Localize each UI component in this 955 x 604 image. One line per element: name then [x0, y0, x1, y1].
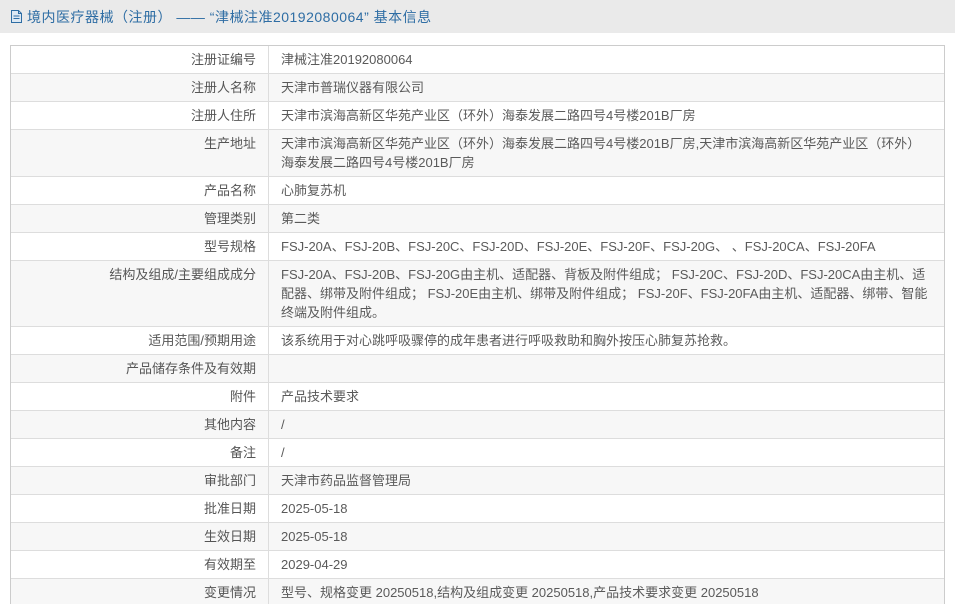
row-label: 适用范围/预期用途 — [11, 327, 269, 354]
row-label: 型号规格 — [11, 233, 269, 260]
table-row-registrant-address: 注册人住所 天津市滨海高新区华苑产业区（环外）海泰发展二路四号4号楼201B厂房 — [11, 102, 944, 130]
table-row-attachments: 附件 产品技术要求 — [11, 383, 944, 411]
table-row-registrant-name: 注册人名称 天津市普瑞仪器有限公司 — [11, 74, 944, 102]
row-value: 产品技术要求 — [281, 389, 360, 404]
registration-info-table: 注册证编号 津械注准20192080064 注册人名称 天津市普瑞仪器有限公司 … — [10, 45, 945, 604]
table-row-approval-department: 审批部门 天津市药品监督管理局 — [11, 467, 944, 495]
row-label: 结构及组成/主要组成成分 — [11, 261, 269, 326]
row-label: 备注 — [11, 439, 269, 466]
page-header: 境内医疗器械（注册） —— “津械注准20192080064” 基本信息 — [0, 0, 955, 33]
row-value: 天津市滨海高新区华苑产业区（环外）海泰发展二路四号4号楼201B厂房,天津市滨海… — [281, 136, 921, 170]
row-label: 注册人住所 — [11, 102, 269, 129]
table-row-remarks: 备注 / — [11, 439, 944, 467]
table-row-intended-use: 适用范围/预期用途 该系统用于对心跳呼吸骤停的成年患者进行呼吸救助和胸外按压心肺… — [11, 327, 944, 355]
table-row-change-history: 变更情况 型号、规格变更 20250518,结构及组成变更 20250518,产… — [11, 579, 944, 604]
row-label: 产品名称 — [11, 177, 269, 204]
table-row-product-name: 产品名称 心肺复苏机 — [11, 177, 944, 205]
table-row-approval-date: 批准日期 2025-05-18 — [11, 495, 944, 523]
document-icon — [10, 9, 23, 24]
row-value: FSJ-20A、FSJ-20B、FSJ-20C、FSJ-20D、FSJ-20E、… — [281, 239, 876, 254]
row-value — [269, 355, 944, 382]
row-value: FSJ-20A、FSJ-20B、FSJ-20G由主机、适配器、背板及附件组成； … — [281, 267, 928, 320]
row-label: 批准日期 — [11, 495, 269, 522]
row-label: 管理类别 — [11, 205, 269, 232]
table-row-effective-date: 生效日期 2025-05-18 — [11, 523, 944, 551]
table-row-reg-number: 注册证编号 津械注准20192080064 — [11, 46, 944, 74]
row-value: 第二类 — [281, 211, 321, 226]
row-value: / — [281, 417, 285, 432]
page-title: 境内医疗器械（注册） —— “津械注准20192080064” 基本信息 — [27, 8, 432, 25]
row-value: 型号、规格变更 20250518,结构及组成变更 20250518,产品技术要求… — [281, 585, 759, 600]
table-row-management-class: 管理类别 第二类 — [11, 205, 944, 233]
table-row-expiry-date: 有效期至 2029-04-29 — [11, 551, 944, 579]
row-value: 该系统用于对心跳呼吸骤停的成年患者进行呼吸救助和胸外按压心肺复苏抢救。 — [281, 333, 737, 348]
row-label: 附件 — [11, 383, 269, 410]
row-label: 其他内容 — [11, 411, 269, 438]
row-label: 产品储存条件及有效期 — [11, 355, 269, 382]
row-label: 注册证编号 — [11, 46, 269, 73]
row-value: 天津市药品监督管理局 — [281, 473, 412, 488]
table-row-storage-conditions: 产品储存条件及有效期 — [11, 355, 944, 383]
row-label: 有效期至 — [11, 551, 269, 578]
row-value: 心肺复苏机 — [281, 183, 347, 198]
row-value: 天津市普瑞仪器有限公司 — [281, 80, 425, 95]
row-value: / — [281, 445, 285, 460]
table-row-model-spec: 型号规格 FSJ-20A、FSJ-20B、FSJ-20C、FSJ-20D、FSJ… — [11, 233, 944, 261]
row-label: 注册人名称 — [11, 74, 269, 101]
row-label: 生效日期 — [11, 523, 269, 550]
table-row-production-address: 生产地址 天津市滨海高新区华苑产业区（环外）海泰发展二路四号4号楼201B厂房,… — [11, 130, 944, 177]
table-row-other-content: 其他内容 / — [11, 411, 944, 439]
row-label: 审批部门 — [11, 467, 269, 494]
row-value: 津械注准20192080064 — [281, 52, 413, 67]
row-label: 生产地址 — [11, 130, 269, 176]
row-value: 2025-05-18 — [281, 501, 348, 516]
table-row-structure-composition: 结构及组成/主要组成成分 FSJ-20A、FSJ-20B、FSJ-20G由主机、… — [11, 261, 944, 327]
row-value: 2025-05-18 — [281, 529, 348, 544]
row-label: 变更情况 — [11, 579, 269, 604]
row-value: 天津市滨海高新区华苑产业区（环外）海泰发展二路四号4号楼201B厂房 — [281, 108, 696, 123]
row-value: 2029-04-29 — [281, 557, 348, 572]
